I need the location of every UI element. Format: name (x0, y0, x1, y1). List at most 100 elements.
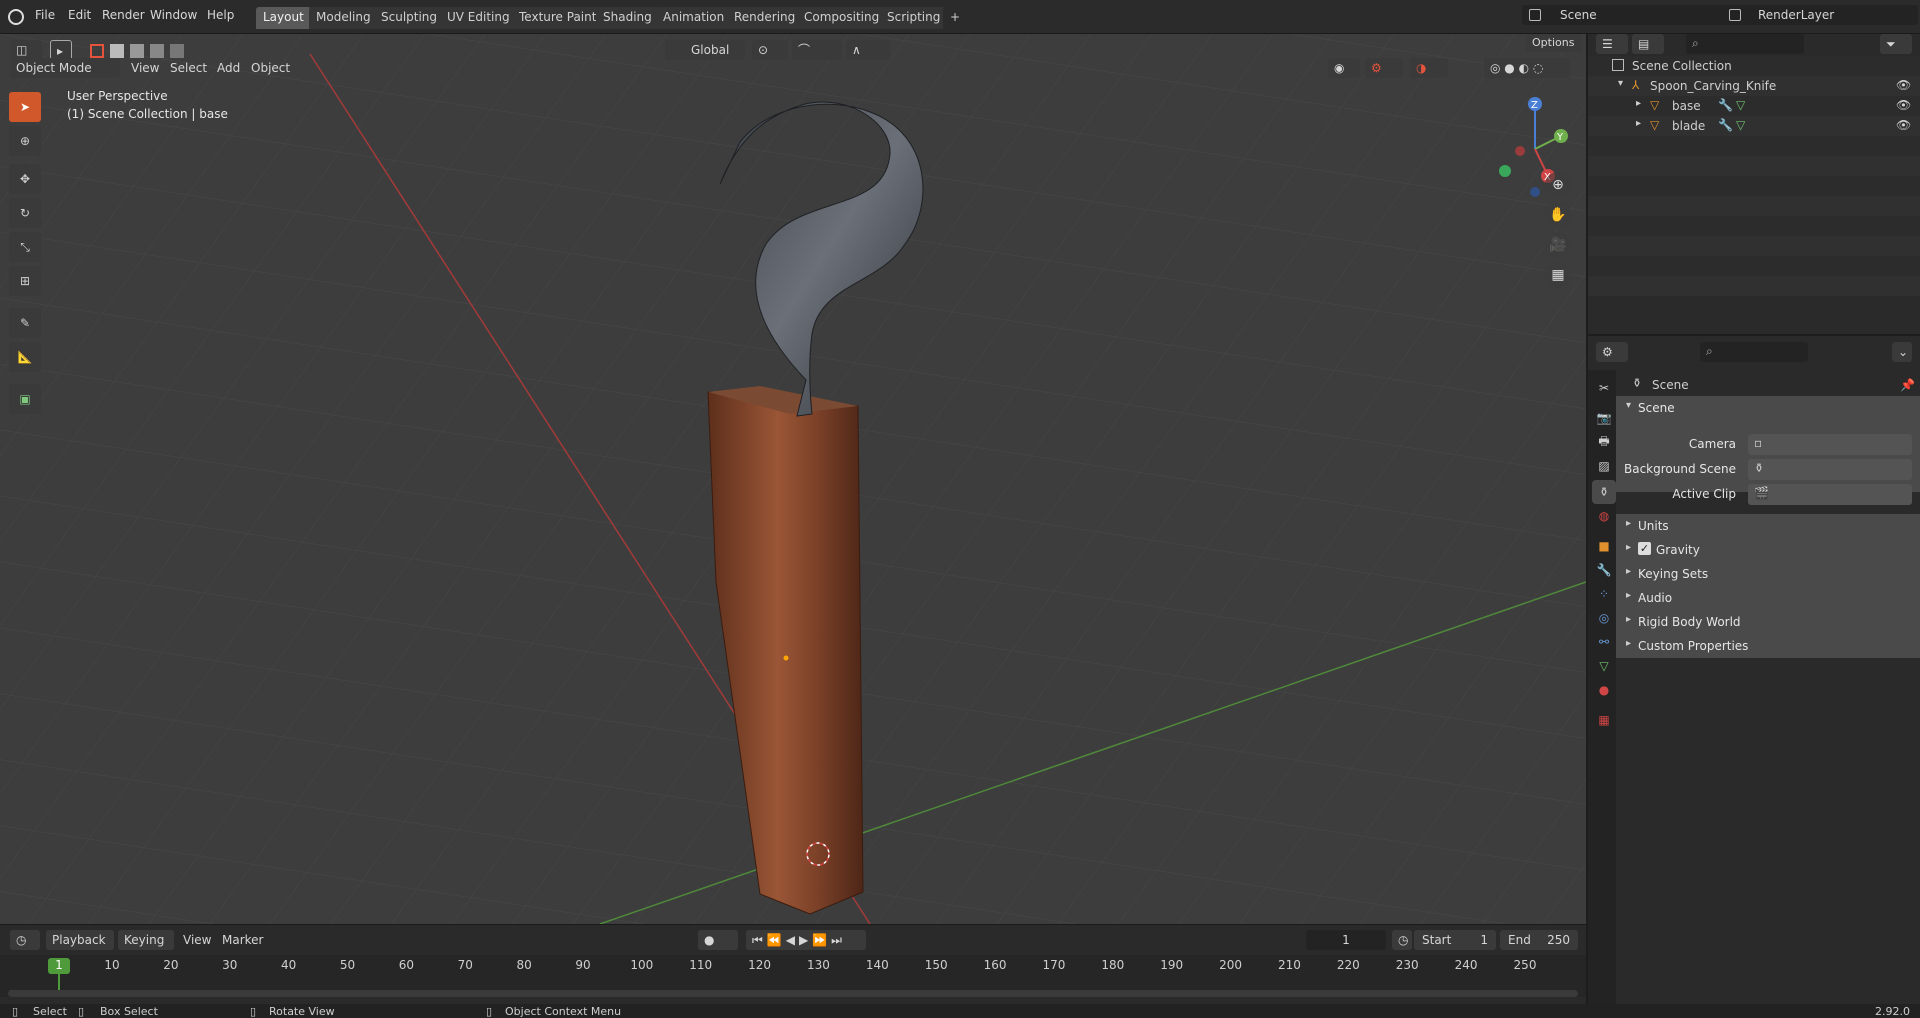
outliner-display-mode[interactable]: ▤ (1632, 34, 1664, 54)
viewport-menu-object[interactable]: Object (251, 61, 290, 75)
expand-arrow-icon[interactable]: ▸ (1636, 98, 1641, 109)
units-panel-header[interactable]: Units (1616, 514, 1920, 538)
cursor-tool-button[interactable]: ⊕ (9, 126, 41, 156)
gravity-checkbox[interactable]: ✓ (1638, 542, 1651, 555)
blender-logo-icon[interactable] (8, 9, 24, 25)
gizmo-toggle[interactable]: ⚙ (1365, 58, 1403, 78)
tab-animation[interactable]: Animation (656, 7, 732, 29)
timeline-scrollbar[interactable] (8, 990, 1578, 997)
keying-sets-panel-header[interactable]: Keying Sets (1616, 562, 1920, 586)
viewport-menu-add[interactable]: Add (217, 61, 240, 75)
current-frame-field[interactable]: 1 (1306, 930, 1386, 950)
tab-physics[interactable]: ◎ (1592, 606, 1616, 630)
pan-view-button[interactable]: ✋ (1545, 202, 1571, 228)
playback-controls[interactable]: ⏮⏪◀▶⏩⏭ (746, 930, 866, 950)
tab-data[interactable]: ▽ (1592, 654, 1616, 678)
camera-field[interactable] (1748, 434, 1912, 455)
options-dropdown[interactable]: Options (1526, 34, 1582, 52)
properties-editor-type[interactable]: ⚙ (1596, 342, 1628, 362)
proportional-editing-dropdown[interactable]: ∧ (846, 40, 890, 60)
playback-dropdown[interactable]: Playback (46, 930, 114, 950)
select-subtract-icon[interactable] (130, 44, 144, 58)
viewport-menu-select[interactable]: Select (170, 61, 207, 75)
select-tool-button[interactable]: ➤ (9, 92, 41, 122)
audio-panel-header[interactable]: Audio (1616, 586, 1920, 610)
tab-output[interactable]: 🖶 (1592, 430, 1616, 454)
tab-shading[interactable]: Shading (596, 7, 659, 29)
tab-layout[interactable]: Layout (256, 7, 311, 29)
menu-file[interactable]: File (35, 8, 55, 22)
collapse-arrow-icon[interactable]: ▾ (1618, 78, 1623, 89)
outliner-editor-type[interactable]: ☰ (1596, 34, 1628, 54)
clock-icon[interactable]: ◷ (1392, 930, 1412, 950)
menu-window[interactable]: Window (150, 8, 197, 22)
tab-texture-paint[interactable]: Texture Paint (512, 7, 604, 29)
rigid-body-world-panel-header[interactable]: Rigid Body World (1616, 610, 1920, 634)
menu-edit[interactable]: Edit (68, 8, 91, 22)
tab-constraints[interactable]: ⚯ (1592, 630, 1616, 654)
overlay-toggle[interactable]: ◑ (1410, 58, 1448, 78)
keying-dropdown[interactable]: Keying (118, 930, 174, 950)
scene-panel-header[interactable]: Scene (1616, 396, 1920, 420)
active-clip-field[interactable] (1748, 484, 1912, 505)
tab-render[interactable]: 📷 (1592, 406, 1616, 430)
shading-mode-buttons[interactable]: ◎ ● ◐ ◌ (1484, 58, 1570, 78)
tab-uv-editing[interactable]: UV Editing (440, 7, 517, 29)
start-frame-field[interactable]: Start 1 (1414, 930, 1496, 950)
select-extend-icon[interactable] (110, 44, 124, 58)
record-button[interactable]: ● (698, 930, 738, 950)
transform-orientation-dropdown[interactable]: Global (665, 40, 745, 60)
scale-tool-button[interactable]: ⤡ (9, 232, 41, 262)
properties-options[interactable]: ⌄ (1892, 342, 1912, 362)
transform-tool-button[interactable]: ⊞ (9, 266, 41, 296)
rotate-tool-button[interactable]: ↻ (9, 198, 41, 228)
outliner-row-spoon-carving-knife[interactable]: ▾ ⅄ Spoon_Carving_Knife 👁 (1588, 76, 1920, 96)
pin-icon[interactable]: 📌 (1900, 378, 1915, 392)
expand-arrow-icon[interactable]: ▸ (1636, 118, 1641, 129)
tab-object[interactable]: ■ (1592, 534, 1616, 558)
select-mode-button[interactable]: ▸ (50, 40, 72, 60)
tab-scripting[interactable]: Scripting (880, 7, 948, 29)
ortho-toggle-button[interactable]: ▦ (1545, 262, 1571, 288)
tab-texture[interactable]: ▦ (1592, 708, 1616, 732)
tab-sculpting[interactable]: Sculpting (374, 7, 445, 29)
select-box-icon[interactable] (90, 44, 104, 58)
annotate-tool-button[interactable]: ✎ (9, 308, 41, 338)
select-intersect-icon[interactable] (170, 44, 184, 58)
tab-world[interactable]: ◍ (1592, 504, 1616, 528)
pivot-point-dropdown[interactable]: ⊙ (752, 40, 788, 60)
mode-dropdown[interactable]: Object Mode (10, 58, 120, 78)
viewport-menu-view[interactable]: View (131, 61, 159, 75)
properties-search[interactable] (1700, 342, 1808, 362)
outliner-row-blade[interactable]: ▸ ▽ blade 🔧 ▽ 👁 (1588, 116, 1920, 136)
measure-tool-button[interactable]: 📐 (9, 342, 41, 372)
custom-properties-panel-header[interactable]: Custom Properties (1616, 634, 1920, 658)
timeline-editor-type[interactable]: ◷ (10, 930, 40, 950)
scene-selector[interactable]: Scene (1522, 5, 1732, 25)
editor-type-button[interactable]: ◫ (10, 40, 42, 60)
timeline-menu-view[interactable]: View (183, 933, 211, 947)
visibility-dropdown[interactable]: ◉ (1328, 58, 1360, 78)
camera-view-button[interactable]: 🎥 (1545, 232, 1571, 258)
move-tool-button[interactable]: ✥ (9, 164, 41, 194)
eye-icon[interactable]: 👁 (1896, 98, 1911, 112)
background-scene-field[interactable] (1748, 459, 1912, 480)
tab-particles[interactable]: ⁘ (1592, 582, 1616, 606)
3d-viewport[interactable]: ◫ ▸ Global ⊙ ⌒ ∧ Object Mode View Select… (0, 34, 1586, 924)
tab-view-layer[interactable]: ▨ (1592, 454, 1616, 478)
outliner-search[interactable] (1686, 34, 1804, 54)
add-workspace-button[interactable]: + (943, 7, 968, 29)
timeline-menu-marker[interactable]: Marker (222, 933, 263, 947)
tab-rendering[interactable]: Rendering (727, 7, 803, 29)
tab-tool[interactable]: ✂ (1592, 376, 1616, 400)
gravity-panel-header[interactable]: Gravity (1616, 538, 1920, 562)
tab-scene[interactable]: ⚱ (1592, 480, 1616, 504)
zoom-view-button[interactable]: ⊕ (1545, 172, 1571, 198)
tab-material[interactable]: ● (1592, 678, 1616, 702)
tab-modifiers[interactable]: 🔧 (1592, 558, 1616, 582)
end-frame-field[interactable]: End 250 (1500, 930, 1578, 950)
tab-compositing[interactable]: Compositing (797, 7, 887, 29)
view-layer-selector[interactable]: RenderLayer (1722, 5, 1918, 25)
tab-modeling[interactable]: Modeling (309, 7, 378, 29)
outliner-filter[interactable]: ⏷ (1880, 34, 1912, 54)
